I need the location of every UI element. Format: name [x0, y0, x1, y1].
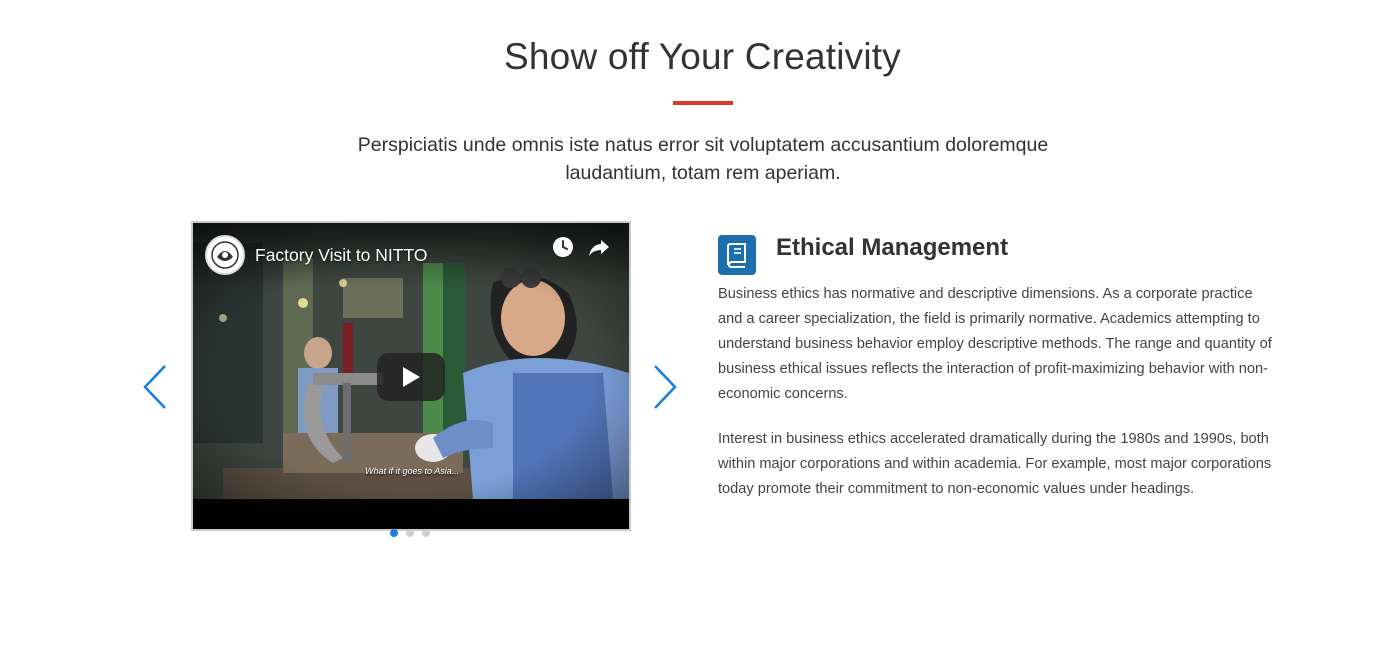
title-divider: [673, 101, 733, 105]
carousel-prev-button[interactable]: [140, 362, 170, 412]
carousel-dot-1[interactable]: [390, 529, 398, 537]
video-caption: What if it goes to Asia...: [365, 466, 460, 476]
video-title[interactable]: Factory Visit to NITTO: [255, 245, 427, 266]
video-player[interactable]: Factory Visit to NITTO What if it goes t…: [191, 221, 631, 531]
clock-icon[interactable]: [551, 235, 575, 259]
play-button[interactable]: [377, 353, 445, 401]
carousel-pagination: [390, 529, 430, 537]
book-icon: [718, 235, 756, 275]
share-arrow-icon[interactable]: [587, 235, 611, 259]
channel-logo-icon[interactable]: [205, 235, 245, 275]
feature-paragraph: Business ethics has normative and descri…: [718, 286, 1272, 402]
feature-title: Ethical Management: [776, 234, 1009, 261]
play-icon: [403, 367, 420, 387]
carousel-next-button[interactable]: [650, 362, 680, 412]
section-title: Show off Your Creativity: [504, 36, 901, 77]
chevron-right-icon: [654, 365, 677, 409]
feature-paragraph: Interest in business ethics accelerated …: [718, 431, 1272, 497]
chevron-left-icon: [143, 365, 166, 409]
carousel-dot-2[interactable]: [406, 529, 414, 537]
video-control-bar: [193, 499, 629, 529]
section-lead: Perspiciatis unde omnis iste natus error…: [357, 134, 1049, 184]
carousel-dot-3[interactable]: [422, 529, 430, 537]
